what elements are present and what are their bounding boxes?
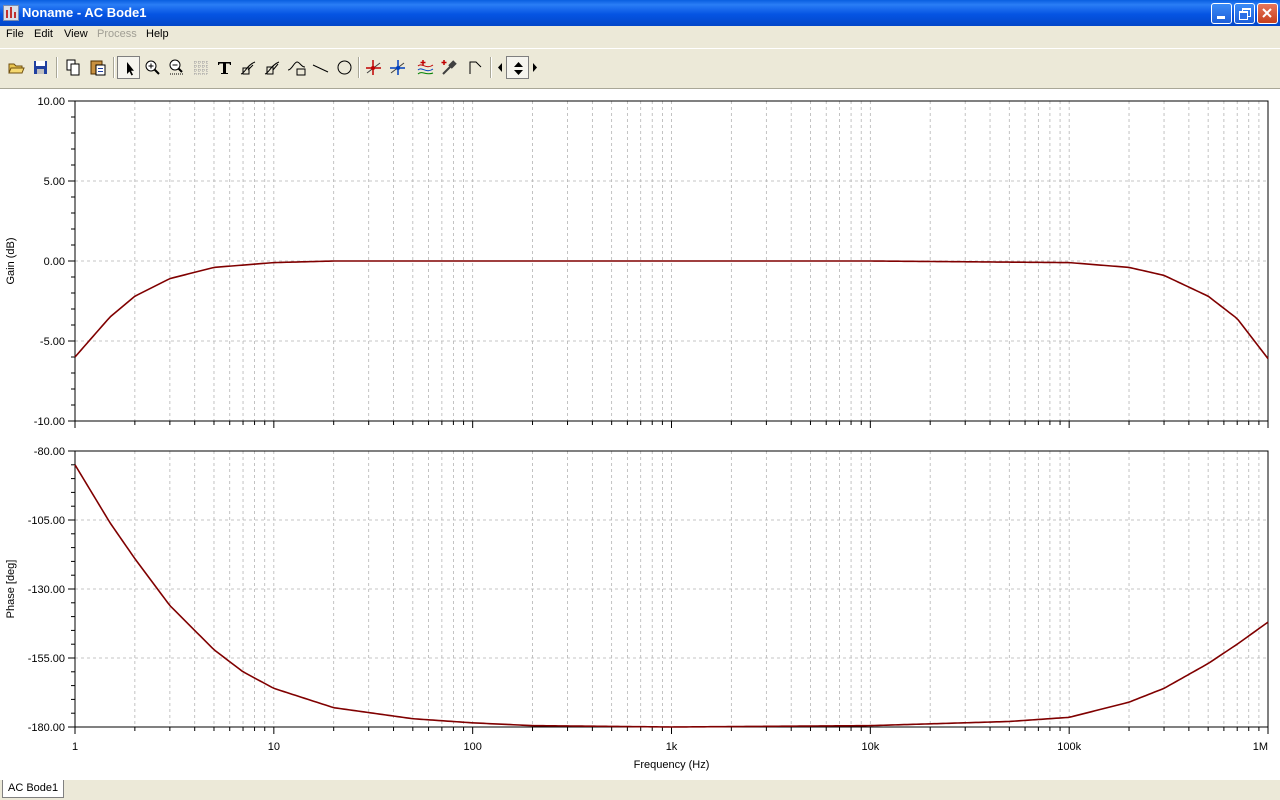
bode-plot-svg[interactable]: 10.00 5.00 0.00 -5.00 -10.00 -80.00 -105.00 -13… bbox=[0, 89, 1280, 781]
label-icon bbox=[240, 61, 256, 75]
zoom-out-button[interactable] bbox=[165, 56, 188, 79]
close-button[interactable] bbox=[1257, 3, 1278, 24]
text-button[interactable] bbox=[213, 56, 236, 79]
line-icon bbox=[312, 64, 329, 73]
cursor-b-button[interactable] bbox=[386, 56, 409, 79]
close-icon bbox=[1262, 8, 1272, 18]
arrow-left-button[interactable] bbox=[494, 56, 506, 79]
circle-button[interactable] bbox=[333, 56, 356, 79]
probe-icon bbox=[441, 60, 457, 75]
gain-y-tick-label: 10.00 bbox=[37, 96, 65, 108]
label-alt-icon bbox=[264, 61, 280, 75]
gain-y-tick-label: -10.00 bbox=[34, 416, 65, 428]
copy-button[interactable] bbox=[62, 56, 85, 79]
save-button[interactable] bbox=[29, 56, 52, 79]
restore-button[interactable] bbox=[1234, 3, 1255, 24]
frequency-axis-label: Frequency (Hz) bbox=[634, 759, 710, 771]
gain-y-tick-label: -5.00 bbox=[40, 336, 65, 348]
grid-icon bbox=[194, 61, 208, 75]
arrow-right-icon bbox=[533, 63, 537, 72]
title-bar: Noname - AC Bode1 bbox=[0, 0, 1280, 26]
curve-label-icon bbox=[287, 61, 306, 76]
cursor-a-icon bbox=[366, 60, 381, 75]
pointer-icon bbox=[127, 62, 134, 76]
paste-icon bbox=[90, 60, 106, 76]
cursor-b-icon bbox=[390, 60, 405, 75]
menu-edit[interactable]: Edit bbox=[34, 28, 53, 40]
menu-view[interactable]: View bbox=[64, 28, 88, 40]
copy-icon bbox=[66, 59, 80, 76]
zoom-out-icon bbox=[169, 59, 184, 75]
paste-button[interactable] bbox=[87, 56, 110, 79]
menu-process[interactable]: Process bbox=[97, 28, 137, 40]
gain-y-tick-label: 5.00 bbox=[44, 176, 65, 188]
cursor-a-button[interactable] bbox=[362, 56, 385, 79]
wave-button[interactable] bbox=[414, 56, 437, 79]
open-folder-icon bbox=[8, 63, 25, 74]
phase-axis-label: Phase [deg] bbox=[5, 560, 17, 619]
circle-icon bbox=[337, 60, 352, 75]
label-button[interactable] bbox=[237, 56, 260, 79]
gain-axis-label: Gain (dB) bbox=[5, 237, 17, 284]
wave-icon bbox=[417, 60, 434, 75]
arrow-right-button[interactable] bbox=[529, 56, 541, 79]
minimize-button[interactable] bbox=[1211, 3, 1232, 24]
x-tick-label: 100k bbox=[1057, 741, 1081, 753]
probe-button[interactable] bbox=[438, 56, 461, 79]
phase-y-tick-label: -130.00 bbox=[28, 584, 65, 596]
x-tick-label: 1M bbox=[1253, 741, 1268, 753]
arrow-updown-icon bbox=[514, 62, 523, 75]
x-tick-label: 10 bbox=[268, 741, 280, 753]
phase-y-tick-label: -80.00 bbox=[34, 446, 65, 458]
toolbar bbox=[0, 48, 1280, 87]
phase-y-tick-label: -180.00 bbox=[28, 722, 65, 734]
pointer-button[interactable] bbox=[117, 56, 140, 79]
flag-icon bbox=[469, 61, 482, 74]
x-tick-label: 100 bbox=[463, 741, 481, 753]
text-icon bbox=[218, 62, 231, 74]
bode-plot-area[interactable]: 10.00 5.00 0.00 -5.00 -10.00 -80.00 -105.00 -13… bbox=[0, 88, 1280, 781]
x-tick-label: 1k bbox=[666, 741, 678, 753]
flag-button[interactable] bbox=[464, 56, 487, 79]
tab-ac-bode1[interactable]: AC Bode1 bbox=[2, 780, 65, 798]
save-icon bbox=[34, 61, 47, 74]
x-tick-label: 1 bbox=[72, 741, 78, 753]
x-tick-label: 10k bbox=[861, 741, 879, 753]
phase-y-tick-label: -155.00 bbox=[28, 653, 65, 665]
curve-label-button[interactable] bbox=[285, 56, 308, 79]
line-button[interactable] bbox=[309, 56, 332, 79]
grid-button[interactable] bbox=[189, 56, 212, 79]
open-button[interactable] bbox=[5, 56, 28, 79]
phase-y-tick-label: -105.00 bbox=[28, 515, 65, 527]
arrow-left-icon bbox=[498, 63, 502, 72]
window-title: Noname - AC Bode1 bbox=[22, 5, 147, 20]
zoom-in-icon bbox=[145, 60, 160, 75]
menu-help[interactable]: Help bbox=[146, 28, 169, 40]
label-alt-button[interactable] bbox=[261, 56, 284, 79]
gain-y-tick-label: 0.00 bbox=[44, 256, 65, 268]
zoom-in-button[interactable] bbox=[141, 56, 164, 79]
arrow-updown-button[interactable] bbox=[506, 56, 529, 79]
menu-bar: File Edit View Process Help bbox=[0, 26, 1280, 44]
menu-file[interactable]: File bbox=[6, 28, 24, 40]
tab-bar: AC Bode1 bbox=[0, 780, 1280, 800]
app-icon[interactable] bbox=[3, 5, 19, 21]
